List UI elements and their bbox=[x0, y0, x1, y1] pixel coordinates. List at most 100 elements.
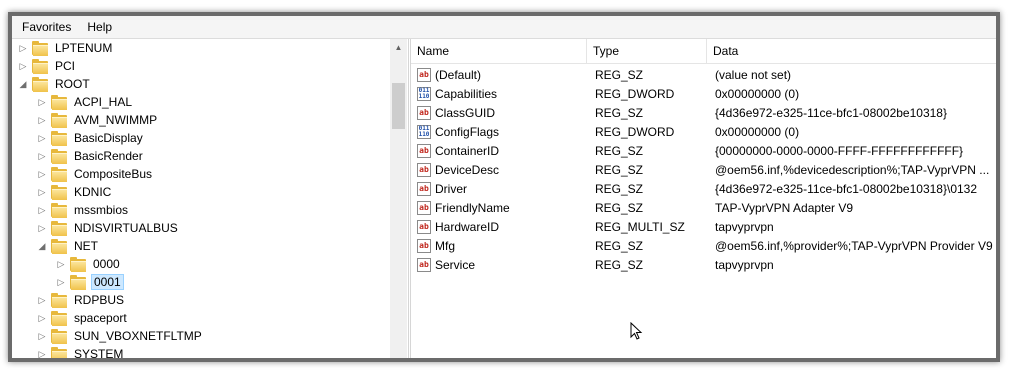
value-row[interactable]: ab (Default) REG_SZ (value not set) bbox=[411, 66, 996, 85]
folder-icon bbox=[32, 77, 48, 92]
tree-item-label: SYSTEM bbox=[74, 347, 124, 358]
collapsed-arrow-icon[interactable]: ▷ bbox=[37, 147, 47, 165]
value-name: Mfg bbox=[435, 239, 456, 253]
collapsed-arrow-icon[interactable]: ▷ bbox=[56, 273, 66, 291]
collapsed-arrow-icon[interactable]: ▷ bbox=[37, 309, 47, 327]
collapsed-arrow-icon[interactable]: ▷ bbox=[37, 93, 47, 111]
tree-item-net[interactable]: ◢ NET bbox=[37, 237, 100, 255]
tree-item-compositebus[interactable]: ▷ CompositeBus bbox=[37, 165, 154, 183]
value-name: ContainerID bbox=[435, 144, 500, 158]
tree-item-sun-vboxnetfltmp[interactable]: ▷ SUN_VBOXNETFLTMP bbox=[37, 327, 204, 345]
folder-icon bbox=[51, 167, 67, 182]
tree-item-label: CompositeBus bbox=[74, 167, 153, 181]
value-row[interactable]: ab ContainerID REG_SZ {00000000-0000-0000-F… bbox=[411, 142, 996, 161]
scroll-up-arrow-icon[interactable]: ▲ bbox=[390, 39, 407, 56]
value-name: ConfigFlags bbox=[435, 125, 500, 139]
key-tree-pane[interactable]: ▷ LPTENUM ▷ PCI ◢ ROOT ▷ ACPI_HAL ▷ AVM_NWIMMP ▷ Ba… bbox=[12, 39, 409, 358]
folder-icon bbox=[51, 149, 67, 164]
string-value-icon: ab bbox=[417, 258, 431, 272]
value-data: {00000000-0000-0000-FFFF-FFFFFFFFFFFF} bbox=[715, 144, 964, 158]
tree-item-label: PCI bbox=[55, 59, 76, 73]
value-row[interactable]: ab FriendlyName REG_SZ TAP-VyprVPN Adapter … bbox=[411, 199, 996, 218]
menu-help[interactable]: Help bbox=[79, 16, 120, 38]
column-header-type[interactable]: Type bbox=[587, 39, 707, 63]
tree-item-label: AVM_NWIMMP bbox=[74, 113, 158, 127]
value-data: 0x00000000 (0) bbox=[715, 87, 800, 101]
tree-item-rdpbus[interactable]: ▷ RDPBUS bbox=[37, 291, 126, 309]
value-name: DeviceDesc bbox=[435, 163, 500, 177]
collapsed-arrow-icon[interactable]: ▷ bbox=[37, 345, 47, 359]
value-row[interactable]: ab Mfg REG_SZ @oem56.inf,%provider%;TAP-Vyp… bbox=[411, 237, 996, 256]
tree-item-basicrender[interactable]: ▷ BasicRender bbox=[37, 147, 145, 165]
folder-icon bbox=[32, 41, 48, 56]
collapsed-arrow-icon[interactable]: ▷ bbox=[18, 39, 28, 57]
string-value-icon: ab bbox=[417, 68, 431, 82]
tree-item-acpi-hal[interactable]: ▷ ACPI_HAL bbox=[37, 93, 134, 111]
value-name: FriendlyName bbox=[435, 201, 510, 215]
collapsed-arrow-icon[interactable]: ▷ bbox=[37, 129, 47, 147]
menu-favorites[interactable]: Favorites bbox=[12, 16, 79, 38]
value-row[interactable]: ab HardwareID REG_MULTI_SZ tapvyprvpn bbox=[411, 218, 996, 237]
tree-item-label: SUN_VBOXNETFLTMP bbox=[74, 329, 202, 343]
value-row[interactable]: 011 110 ConfigFlags REG_DWORD 0x00000000 (0… bbox=[411, 123, 996, 142]
collapsed-arrow-icon[interactable]: ▷ bbox=[37, 201, 47, 219]
value-name: Driver bbox=[435, 182, 467, 196]
collapsed-arrow-icon[interactable]: ▷ bbox=[37, 219, 47, 237]
folder-icon bbox=[51, 311, 67, 326]
value-data: @oem56.inf,%provider%;TAP-VyprVPN Provid… bbox=[715, 239, 993, 253]
tree-item-mssmbios[interactable]: ▷ mssmbios bbox=[37, 201, 130, 219]
tree-item-label: BasicRender bbox=[74, 149, 143, 163]
window-frame: Favorites Help ▷ LPTENUM ▷ PCI ◢ ROOT ▷ ACPI_HA… bbox=[8, 12, 1000, 362]
folder-icon bbox=[51, 203, 67, 218]
folder-icon bbox=[51, 185, 67, 200]
tree-item-kdnic[interactable]: ▷ KDNIC bbox=[37, 183, 113, 201]
tree-item-label: KDNIC bbox=[74, 185, 112, 199]
tree-item-root[interactable]: ◢ ROOT bbox=[18, 75, 92, 93]
collapsed-arrow-icon[interactable]: ▷ bbox=[37, 291, 47, 309]
string-value-icon: ab bbox=[417, 201, 431, 215]
folder-icon bbox=[51, 293, 67, 308]
collapsed-arrow-icon[interactable]: ▷ bbox=[37, 183, 47, 201]
column-header-data[interactable]: Data bbox=[707, 39, 997, 63]
value-data: {4d36e972-e325-11ce-bfc1-08002be10318} bbox=[715, 106, 947, 120]
string-value-icon: ab bbox=[417, 144, 431, 158]
values-list-pane[interactable]: Name Type Data ab (Default) REG_SZ (value n… bbox=[410, 39, 996, 358]
collapsed-arrow-icon[interactable]: ▷ bbox=[37, 327, 47, 345]
value-row[interactable]: ab Driver REG_SZ {4d36e972-e325-11ce-bfc1-0… bbox=[411, 180, 996, 199]
collapsed-arrow-icon[interactable]: ▷ bbox=[18, 57, 28, 75]
tree-item-lptenum[interactable]: ▷ LPTENUM bbox=[18, 39, 114, 57]
folder-icon bbox=[51, 131, 67, 146]
value-row[interactable]: ab ClassGUID REG_SZ {4d36e972-e325-11ce-bfc… bbox=[411, 104, 996, 123]
tree-item-pci[interactable]: ▷ PCI bbox=[18, 57, 77, 75]
tree-item-0000[interactable]: ▷ 0000 bbox=[56, 255, 122, 273]
collapsed-arrow-icon[interactable]: ▷ bbox=[56, 255, 66, 273]
scrollbar-thumb[interactable] bbox=[392, 83, 405, 129]
tree-item-system[interactable]: ▷ SYSTEM bbox=[37, 345, 125, 358]
tree-item-label: RDPBUS bbox=[74, 293, 125, 307]
folder-icon bbox=[51, 95, 67, 110]
column-header-name[interactable]: Name bbox=[411, 39, 587, 63]
folder-icon bbox=[51, 239, 67, 254]
value-type: REG_SZ bbox=[595, 68, 644, 82]
value-data: (value not set) bbox=[715, 68, 792, 82]
collapsed-arrow-icon[interactable]: ▷ bbox=[37, 111, 47, 129]
tree-item-spaceport[interactable]: ▷ spaceport bbox=[37, 309, 129, 327]
tree-item-0001[interactable]: ▷ 0001 bbox=[56, 273, 124, 291]
tree-item-label: 0000 bbox=[93, 257, 120, 271]
value-row[interactable]: ab DeviceDesc REG_SZ @oem56.inf,%devicedesc… bbox=[411, 161, 996, 180]
collapsed-arrow-icon[interactable]: ▷ bbox=[37, 165, 47, 183]
value-data: 0x00000000 (0) bbox=[715, 125, 800, 139]
tree-item-label: mssmbios bbox=[74, 203, 129, 217]
tree-item-avm-nwimmp[interactable]: ▷ AVM_NWIMMP bbox=[37, 111, 159, 129]
value-row[interactable]: 011 110 Capabilities REG_DWORD 0x00000000 (… bbox=[411, 85, 996, 104]
expanded-arrow-icon[interactable]: ◢ bbox=[37, 237, 47, 255]
tree-item-ndisvirtualbus[interactable]: ▷ NDISVIRTUALBUS bbox=[37, 219, 180, 237]
value-type: REG_SZ bbox=[595, 239, 644, 253]
mouse-cursor-icon bbox=[630, 322, 643, 340]
tree-scrollbar[interactable]: ▲ bbox=[390, 39, 407, 358]
registry-editor-window: Favorites Help ▷ LPTENUM ▷ PCI ◢ ROOT ▷ ACPI_HA… bbox=[12, 16, 996, 358]
value-type: REG_MULTI_SZ bbox=[595, 220, 685, 234]
value-row[interactable]: ab Service REG_SZ tapvyprvpn bbox=[411, 256, 996, 275]
tree-item-basicdisplay[interactable]: ▷ BasicDisplay bbox=[37, 129, 145, 147]
expanded-arrow-icon[interactable]: ◢ bbox=[18, 75, 28, 93]
